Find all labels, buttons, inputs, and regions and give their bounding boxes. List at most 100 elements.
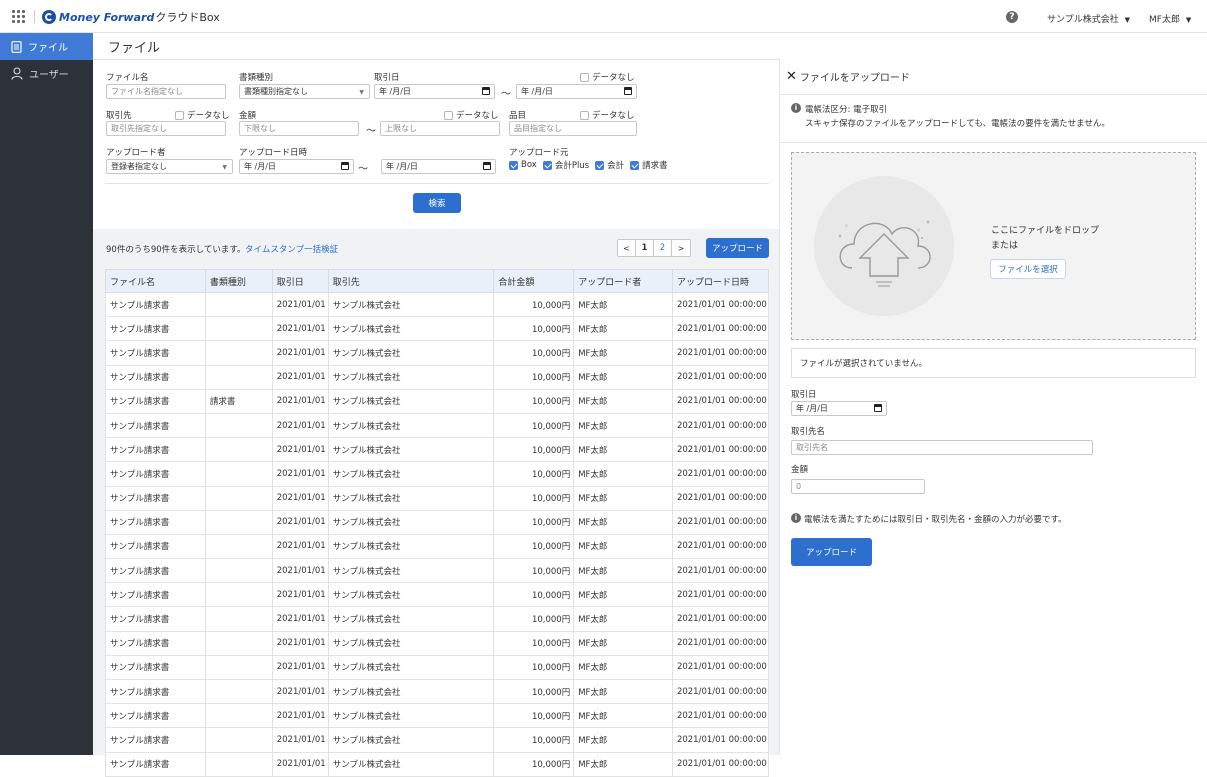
table-row[interactable]: サンプル請求書 2021/01/01 サンプル株式会社 10,000円 MF太郎 2021… — [105, 751, 770, 777]
pagination-page[interactable]: 2 — [654, 240, 672, 256]
transaction-date-input[interactable]: 年 /月/日 — [791, 401, 887, 416]
table-cell: 2021/01/01 00:00:00 — [671, 630, 770, 656]
amount-min-input[interactable]: 下限なし — [239, 121, 359, 136]
search-button[interactable]: 検索 — [413, 193, 461, 213]
table-cell: 2021/01/01 00:00:00 — [671, 582, 770, 608]
svg-text:×: × — [844, 223, 849, 230]
table-cell: 2021/01/01 00:00:00 — [671, 606, 770, 632]
table-row[interactable]: サンプル請求書 2021/01/01 サンプル株式会社 10,000円 MF太郎 2021… — [105, 582, 770, 608]
column-header[interactable]: 合計金額 — [493, 269, 575, 293]
upload-date-to-input[interactable]: 年 /月/日 — [381, 159, 496, 174]
pagination-page[interactable]: 1 — [636, 240, 654, 256]
table-row[interactable]: サンプル請求書 請求書 2021/01/01 サンプル株式会社 10,000円 MF太郎 2… — [105, 388, 770, 414]
table-row[interactable]: サンプル請求書 2021/01/01 サンプル株式会社 10,000円 MF太郎 2021… — [105, 485, 770, 511]
source-accounting-checkbox[interactable]: 会計 — [595, 159, 624, 171]
pagination-prev[interactable]: < — [618, 240, 636, 256]
table-cell: サンプル請求書 — [105, 678, 206, 705]
table-cell: MF太郎 — [573, 558, 673, 584]
table-cell: 2021/01/01 00:00:00 — [671, 485, 770, 511]
table-cell — [204, 316, 273, 342]
column-header[interactable]: ファイル名 — [105, 269, 206, 293]
table-row[interactable]: サンプル請求書 2021/01/01 サンプル株式会社 10,000円 MF太郎 2021… — [105, 703, 770, 729]
logo[interactable]: Money Forward クラウドBox — [42, 9, 220, 25]
calendar-icon — [482, 87, 490, 95]
column-header[interactable]: 書類種別 — [204, 269, 273, 293]
calendar-icon — [483, 162, 491, 170]
partner-no-data-checkbox[interactable]: データなし — [175, 109, 230, 121]
table-row[interactable]: サンプル請求書 2021/01/01 サンプル株式会社 10,000円 MF太郎 2021… — [105, 630, 770, 656]
table-row[interactable]: サンプル請求書 2021/01/01 サンプル株式会社 10,000円 MF太郎 2021… — [105, 291, 770, 318]
column-header[interactable]: アップロード者 — [573, 269, 673, 293]
upload-date-from-input[interactable]: 年 /月/日 — [239, 159, 354, 174]
table-cell: 2021/01/01 00:00:00 — [671, 678, 770, 705]
table-cell — [204, 509, 273, 535]
source-checkbox-group: Box 会計Plus 会計 請求書 — [509, 159, 668, 171]
range-separator: 〜 — [366, 126, 376, 137]
table-row[interactable]: サンプル請求書 2021/01/01 サンプル株式会社 10,000円 MF太郎 2021… — [105, 412, 770, 439]
timestamp-verify-link[interactable]: タイムスタンプ一括検証 — [245, 243, 338, 255]
table-cell: 10,000円 — [493, 727, 575, 753]
table-cell: 2021/01/01 — [271, 412, 329, 439]
main-content: ファイル ファイル名 ファイル名指定なし 書類種別 書類種別指定なし ▼ 取引日… — [93, 33, 779, 777]
table-row[interactable]: サンプル請求書 2021/01/01 サンプル株式会社 10,000円 MF太郎 2021… — [105, 606, 770, 632]
source-invoice-checkbox[interactable]: 請求書 — [630, 159, 668, 171]
close-icon[interactable]: ✕ — [786, 69, 797, 84]
doc-type-select[interactable]: 書類種別指定なし ▼ — [239, 84, 370, 99]
amount-no-data-checkbox[interactable]: データなし — [444, 109, 499, 121]
table-cell: 2021/01/01 — [271, 678, 329, 705]
file-name-input[interactable]: ファイル名指定なし — [106, 84, 226, 99]
panel-upload-button[interactable]: アップロード — [791, 538, 872, 566]
table-cell — [204, 751, 273, 777]
item-no-data-checkbox[interactable]: データなし — [580, 109, 635, 121]
drop-zone[interactable]: × × ここにファイルをドロップ または ファイルを選択 — [791, 152, 1196, 340]
table-cell: サンプル株式会社 — [327, 388, 495, 414]
range-separator: 〜 — [358, 164, 368, 175]
table-row[interactable]: サンプル請求書 2021/01/01 サンプル株式会社 10,000円 MF太郎 2021… — [105, 316, 770, 342]
item-input[interactable]: 品目指定なし — [509, 121, 637, 136]
table-row[interactable]: サンプル請求書 2021/01/01 サンプル株式会社 10,000円 MF太郎 2021… — [105, 509, 770, 535]
table-cell: サンプル株式会社 — [327, 678, 495, 705]
column-header[interactable]: アップロード日時 — [671, 269, 770, 293]
table-cell — [204, 606, 273, 632]
table-row[interactable]: サンプル請求書 2021/01/01 サンプル株式会社 10,000円 MF太郎 2021… — [105, 678, 770, 705]
apps-grid-icon[interactable] — [12, 10, 25, 23]
uploader-select[interactable]: 登録者指定なし ▼ — [106, 159, 233, 174]
table-cell: サンプル請求書 — [105, 533, 206, 560]
sidebar-item-files[interactable]: ファイル — [0, 33, 93, 60]
table-row[interactable]: サンプル請求書 2021/01/01 サンプル株式会社 10,000円 MF太郎 2021… — [105, 364, 770, 390]
table-cell: MF太郎 — [573, 437, 673, 463]
source-box-checkbox[interactable]: Box — [509, 159, 537, 171]
checkbox-label: データなし — [187, 111, 230, 121]
pagination-next[interactable]: > — [672, 240, 690, 256]
date-from-input[interactable]: 年 /月/日 — [374, 84, 495, 99]
company-menu[interactable]: サンプル株式会社 ▼ — [1047, 12, 1130, 25]
table-cell: MF太郎 — [573, 703, 673, 729]
top-bar: Money Forward クラウドBox ? サンプル株式会社 ▼ MF太郎 … — [0, 0, 1207, 33]
date-no-data-checkbox[interactable]: データなし — [580, 71, 635, 83]
date-to-input[interactable]: 年 /月/日 — [516, 84, 637, 99]
table-cell: 2021/01/01 00:00:00 — [671, 437, 770, 463]
sidebar-item-users[interactable]: ユーザー — [0, 60, 93, 87]
column-header[interactable]: 取引日 — [271, 269, 329, 293]
user-menu[interactable]: MF太郎 ▼ — [1149, 12, 1191, 25]
table-row[interactable]: サンプル請求書 2021/01/01 サンプル株式会社 10,000円 MF太郎 2021… — [105, 461, 770, 487]
table-row[interactable]: サンプル請求書 2021/01/01 サンプル株式会社 10,000円 MF太郎 2021… — [105, 558, 770, 584]
select-file-button[interactable]: ファイルを選択 — [990, 259, 1066, 279]
table-cell: サンプル請求書 — [105, 558, 206, 584]
table-cell: 10,000円 — [493, 558, 575, 584]
amount-input[interactable]: 0 — [791, 479, 925, 494]
partner-input[interactable]: 取引先指定なし — [106, 121, 226, 136]
table-row[interactable]: サンプル請求書 2021/01/01 サンプル株式会社 10,000円 MF太郎 2021… — [105, 437, 770, 463]
partner-name-input[interactable]: 取引先名 — [791, 440, 1093, 455]
table-cell: MF太郎 — [573, 291, 673, 318]
amount-max-input[interactable]: 上限なし — [380, 121, 500, 136]
source-plus-checkbox[interactable]: 会計Plus — [542, 159, 589, 171]
table-row[interactable]: サンプル請求書 2021/01/01 サンプル株式会社 10,000円 MF太郎 2021… — [105, 727, 770, 753]
upload-button[interactable]: アップロード — [706, 238, 769, 258]
table-row[interactable]: サンプル請求書 2021/01/01 サンプル株式会社 10,000円 MF太郎 2021… — [105, 340, 770, 366]
help-icon[interactable]: ? — [1006, 11, 1018, 23]
table-row[interactable]: サンプル請求書 2021/01/01 サンプル株式会社 10,000円 MF太郎 2021… — [105, 533, 770, 560]
table-cell — [204, 461, 273, 487]
column-header[interactable]: 取引先 — [327, 269, 495, 293]
table-row[interactable]: サンプル請求書 2021/01/01 サンプル株式会社 10,000円 MF太郎 2021… — [105, 654, 770, 681]
